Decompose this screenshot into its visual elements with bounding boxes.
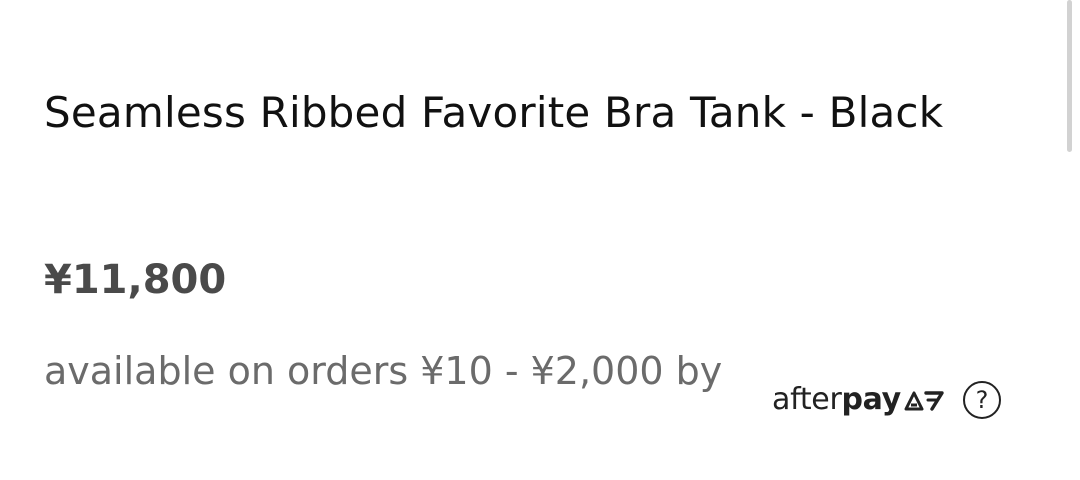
afterpay-logo-pay: pay <box>841 382 901 417</box>
afterpay-badge[interactable]: after pay ? <box>772 378 1001 422</box>
product-price: ¥11,800 <box>44 257 227 303</box>
product-info-panel: Seamless Ribbed Favorite Bra Tank - Blac… <box>0 0 1080 480</box>
question-circle-icon[interactable]: ? <box>962 381 1001 419</box>
product-title: Seamless Ribbed Favorite Bra Tank - Blac… <box>44 88 944 137</box>
scrollbar[interactable] <box>1067 0 1072 152</box>
installments-text: available on orders ¥10 - ¥2,000 by <box>44 349 723 393</box>
afterpay-arrows-icon <box>903 389 945 411</box>
afterpay-logo-after: after <box>772 382 842 417</box>
